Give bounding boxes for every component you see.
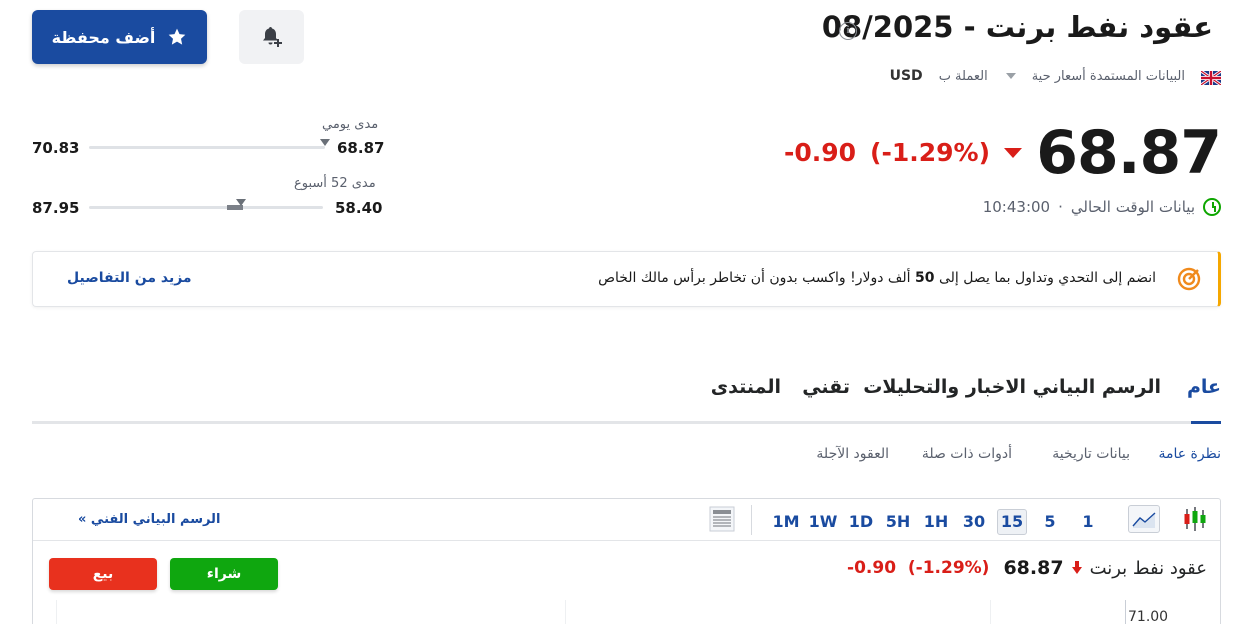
page-title: عقود نفط برنت - 08/2025: [821, 10, 1213, 44]
mini-quote-change: -0.90 (-1.29%): [847, 558, 989, 578]
down-arrow-icon: [1071, 561, 1082, 575]
subtab-futures-contracts[interactable]: العقود الآجلة: [816, 446, 889, 462]
tab-news-analysis[interactable]: الاخبار والتحليلات: [863, 376, 1026, 398]
add-watchlist-label: أضف محفظة: [51, 27, 156, 47]
subtab-historical-data[interactable]: بيانات تاريخية: [1052, 446, 1130, 462]
table-view-icon[interactable]: [709, 506, 735, 532]
change-percent: (-1.29%): [870, 138, 990, 167]
line-chart-button[interactable]: [1128, 505, 1160, 533]
tab-forum[interactable]: المنتدى: [711, 376, 781, 398]
promo-text-part: ألف دولار! واكسب بدون أن تخاطر برأس مالك…: [598, 270, 916, 286]
star-icon: [169, 28, 186, 45]
time-label: بيانات الوقت الحالي: [1070, 198, 1195, 216]
interval-15[interactable]: 15: [997, 509, 1027, 535]
tab-chart[interactable]: الرسم البياني: [1033, 376, 1161, 398]
mini-quote-price: 68.87: [1003, 557, 1064, 579]
mini-quote: عقود نفط برنت 68.87 -0.90 (-1.29%): [847, 557, 1207, 579]
tab-general[interactable]: عام: [1187, 376, 1221, 398]
daily-range-label: مدى يومي: [322, 117, 379, 132]
daily-range-marker: [320, 139, 330, 146]
interval-30[interactable]: 30: [959, 509, 989, 535]
week52-range-high: 87.95: [32, 199, 80, 217]
promo-text-amount: 50: [915, 270, 935, 286]
interval-5h[interactable]: 5H: [883, 509, 913, 535]
daily-range-low: 68.87: [337, 139, 385, 157]
quote-time: بيانات الوقت الحالي · 10:43:00: [983, 198, 1221, 216]
subtab-overview[interactable]: نظرة عامة: [1158, 446, 1221, 462]
sell-button[interactable]: بيع: [49, 558, 157, 590]
clock-icon: [1203, 198, 1221, 216]
promo-text: انضم إلى التحدي وتداول بما يصل إلى 50 أل…: [598, 270, 1156, 286]
currency-label: العملة ب: [938, 68, 988, 84]
interval-1d[interactable]: 1D: [846, 509, 876, 535]
daily-range-bar: [89, 139, 330, 149]
interval-1h[interactable]: 1H: [921, 509, 951, 535]
mini-quote-name: عقود نفط برنت: [1089, 557, 1207, 579]
interval-1[interactable]: 1: [1073, 509, 1103, 535]
chart-gridline: [565, 600, 566, 624]
promo-details-link[interactable]: مزيد من التفاصيل: [67, 270, 192, 286]
toolbar-separator: [751, 505, 752, 535]
chevron-down-icon[interactable]: [1005, 73, 1016, 79]
mini-change-percent: (-1.29%): [907, 558, 990, 578]
interval-1m[interactable]: 1M: [771, 509, 801, 535]
uk-flag-icon: [1201, 71, 1221, 85]
toolbar-divider: [33, 540, 1220, 541]
info-icon[interactable]: i: [839, 22, 857, 40]
candlestick-icon[interactable]: [1183, 506, 1207, 532]
quote-meta-row: البيانات المستمدة أسعار حية العملة ب USD: [890, 68, 1185, 84]
down-arrow-icon: [1004, 147, 1022, 158]
chart-gridline: [990, 600, 991, 624]
mini-change-value: -0.90: [847, 558, 897, 578]
add-watchlist-button[interactable]: أضف محفظة: [32, 10, 207, 64]
tab-technical[interactable]: تقني: [802, 376, 850, 398]
daily-range-high: 70.83: [32, 139, 80, 157]
promo-banner: انضم إلى التحدي وتداول بما يصل إلى 50 أل…: [32, 251, 1221, 307]
interval-5[interactable]: 5: [1035, 509, 1065, 535]
change-value: -0.90: [783, 138, 857, 167]
target-icon: [1177, 267, 1201, 291]
area-chart-icon: [1132, 512, 1156, 528]
price-change: -0.90 (-1.29%): [784, 138, 1022, 167]
week52-range-bar: [89, 199, 323, 210]
buy-button[interactable]: شراء: [170, 558, 278, 590]
currency-value: USD: [889, 68, 923, 84]
price-axis-line: [1125, 600, 1126, 624]
data-type-label[interactable]: البيانات المستمدة أسعار حية: [1032, 69, 1185, 84]
week52-range-low: 58.40: [335, 199, 383, 217]
bell-plus-icon: [262, 27, 282, 47]
week52-range-marker: [236, 199, 247, 206]
interval-1w[interactable]: 1W: [808, 509, 838, 535]
technical-chart-link[interactable]: الرسم البياني الفني »: [78, 512, 220, 527]
last-price: 68.87: [1036, 118, 1222, 188]
time-value: 10:43:00: [982, 198, 1051, 216]
chart-gridline: [56, 600, 57, 624]
add-alert-button[interactable]: [239, 10, 304, 64]
week52-range-label: مدى 52 أسبوع: [294, 176, 376, 191]
tab-active-indicator: [1191, 421, 1221, 424]
price-axis-label: 71.00: [1128, 609, 1169, 624]
subtab-related-instruments[interactable]: أدوات ذات صلة: [922, 446, 1012, 462]
tabs-divider: [32, 421, 1221, 424]
promo-text-part: انضم إلى التحدي وتداول بما يصل إلى: [934, 270, 1156, 286]
